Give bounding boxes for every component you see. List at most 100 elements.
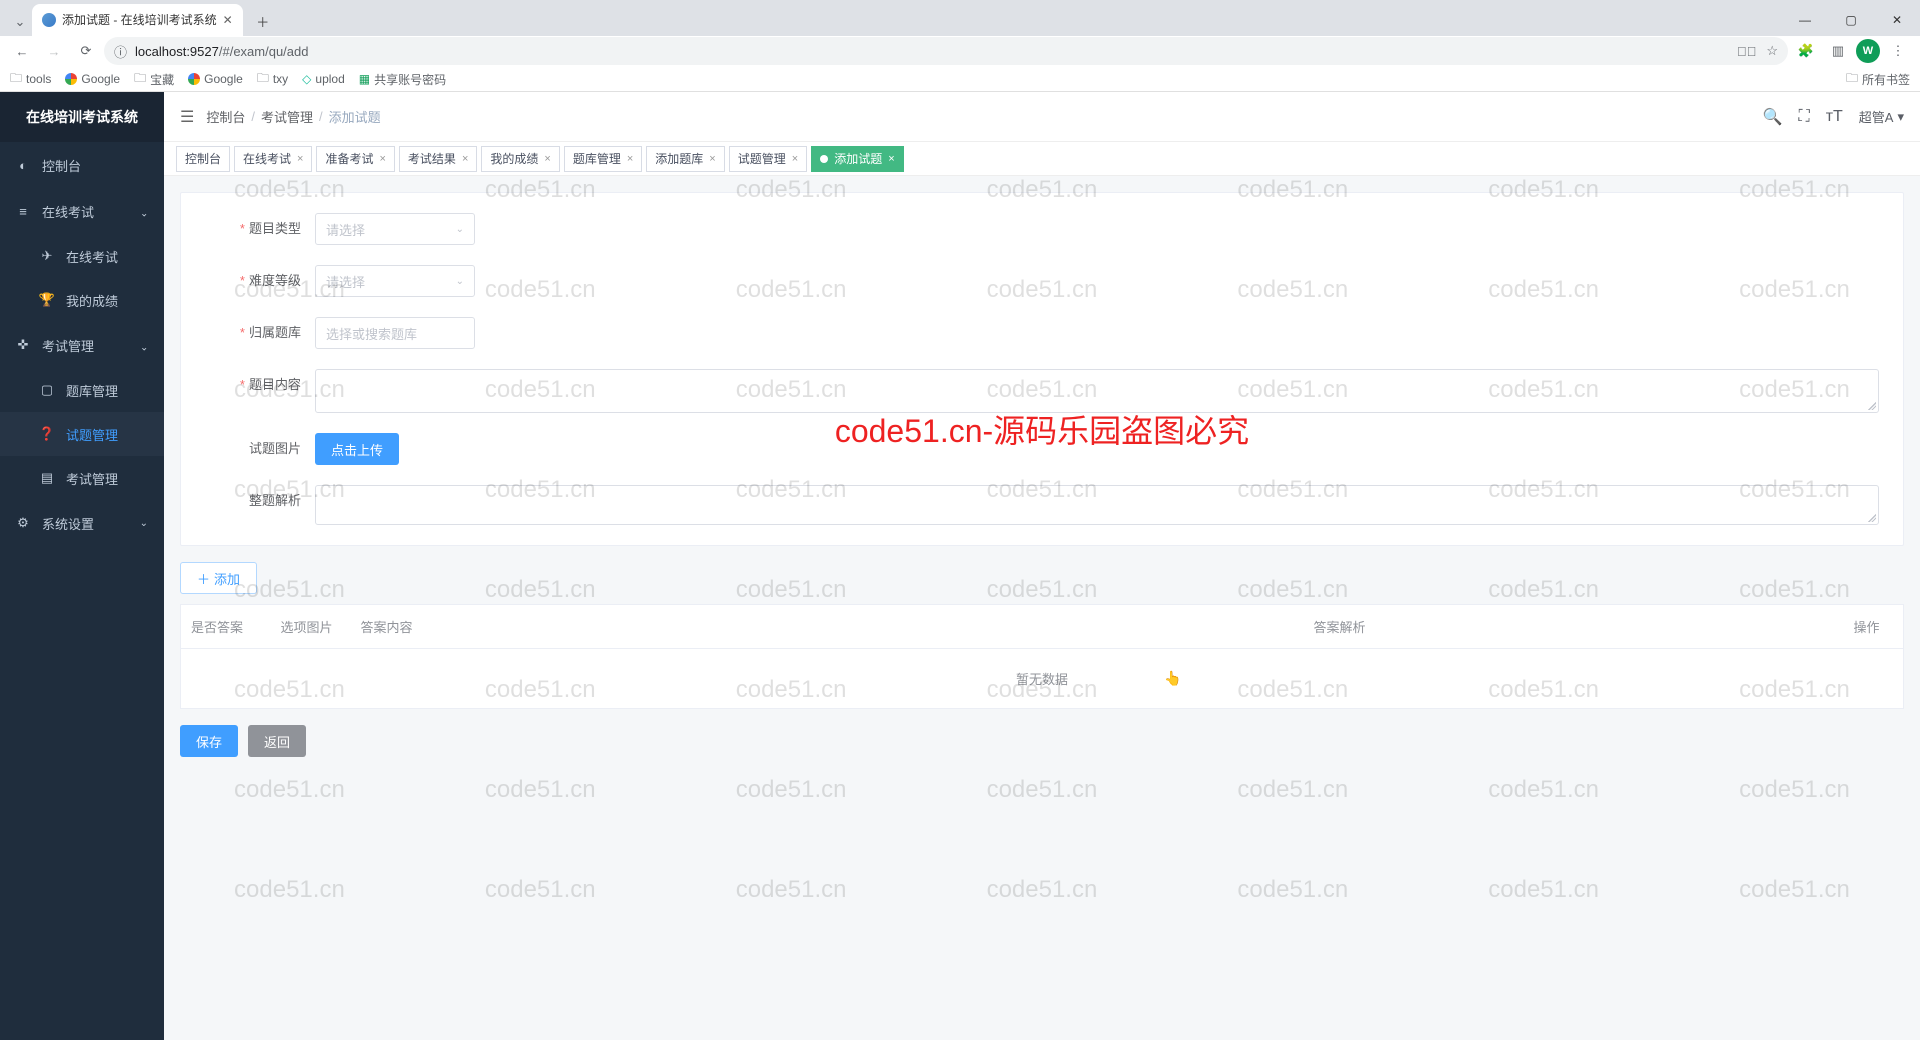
upload-button[interactable]: 点击上传 bbox=[315, 433, 399, 465]
tag-item[interactable]: 试题管理× bbox=[729, 146, 807, 172]
bookmark-item[interactable]: ▦共享账号密码 bbox=[359, 71, 446, 88]
nav-reload-icon[interactable]: ⟳ bbox=[72, 37, 100, 65]
sidebar-item-console[interactable]: ◐控制台 bbox=[0, 142, 164, 188]
fullscreen-icon[interactable]: ⛶ bbox=[1798, 108, 1809, 126]
sidebar-item-exam-manage[interactable]: ▤考试管理 bbox=[0, 456, 164, 500]
select-question-type[interactable]: 请选择⌄ bbox=[315, 213, 475, 245]
options-section: ＋添加 是否答案 选项图片 答案内容 答案解析 操作 暂无数据 bbox=[180, 562, 1904, 709]
plus-circle-icon: ✜ bbox=[16, 337, 30, 353]
label-level: *难度等级 bbox=[205, 265, 315, 297]
search-icon[interactable]: 🔍 bbox=[1763, 107, 1783, 127]
breadcrumb-item[interactable]: 考试管理 bbox=[261, 107, 313, 126]
tag-item[interactable]: 我的成绩× bbox=[481, 146, 559, 172]
tabs-dropdown-icon[interactable]: ⌄ bbox=[8, 8, 32, 36]
new-tab-button[interactable]: ＋ bbox=[249, 8, 277, 36]
label-image: 试题图片 bbox=[205, 433, 315, 465]
col-is-answer: 是否答案 bbox=[181, 605, 271, 649]
browser-tab[interactable]: 添加试题 - 在线培训考试系统 ✕ bbox=[32, 4, 243, 36]
breadcrumb-item[interactable]: 控制台 bbox=[206, 107, 245, 126]
profile-avatar[interactable]: W bbox=[1856, 39, 1880, 63]
bookmark-item[interactable]: txy bbox=[257, 69, 288, 90]
side-panel-icon[interactable]: ▥ bbox=[1824, 37, 1852, 65]
sidebar-item-online-exam-group[interactable]: ≡在线考试⌃ bbox=[0, 188, 164, 234]
dashboard-icon: ◐ bbox=[16, 158, 30, 173]
tag-close-icon[interactable]: × bbox=[297, 153, 303, 165]
tag-item[interactable]: 添加题库× bbox=[646, 146, 724, 172]
tag-close-icon[interactable]: × bbox=[709, 153, 715, 165]
breadcrumb-current: 添加试题 bbox=[329, 107, 381, 126]
select-difficulty[interactable]: 请选择⌄ bbox=[315, 265, 475, 297]
tag-item[interactable]: 考试结果× bbox=[399, 146, 477, 172]
nav-forward-icon[interactable]: → bbox=[40, 37, 68, 65]
clipboard-icon: ▤ bbox=[40, 470, 54, 486]
bookmark-item[interactable]: Google bbox=[188, 72, 243, 86]
plane-icon: ✈ bbox=[40, 248, 54, 264]
bookmark-item[interactable]: Google bbox=[65, 72, 120, 86]
content: code51.cncode51.cncode51.cncode51.cncode… bbox=[164, 176, 1920, 1040]
sidebar-item-my-scores[interactable]: 🏆我的成绩 bbox=[0, 278, 164, 322]
textarea-analysis[interactable] bbox=[315, 485, 1879, 525]
sidebar-item-online-exam[interactable]: ✈在线考试 bbox=[0, 234, 164, 278]
gear-icon: ⚙ bbox=[16, 515, 30, 531]
tag-item[interactable]: 题库管理× bbox=[564, 146, 642, 172]
col-answer-content: 答案内容 bbox=[351, 605, 1304, 649]
window-close-icon[interactable]: ✕ bbox=[1874, 4, 1920, 36]
logo: 在线培训考试系统 bbox=[0, 92, 164, 142]
share-icon[interactable]: ✕⃝ bbox=[1737, 44, 1757, 59]
back-button[interactable]: 返回 bbox=[248, 725, 306, 757]
tag-close-icon[interactable]: × bbox=[888, 153, 894, 165]
tab-close-icon[interactable]: ✕ bbox=[223, 13, 233, 27]
address-bar[interactable]: ⓘ localhost:9527/#/exam/qu/add ✕⃝ ☆ bbox=[104, 37, 1788, 65]
table-empty: 暂无数据 bbox=[181, 649, 1904, 709]
nav-back-icon[interactable]: ← bbox=[8, 37, 36, 65]
bookmarks-bar: tools Google 宝藏 Google txy ◇uplod ▦共享账号密… bbox=[0, 67, 1920, 91]
breadcrumb-sep: / bbox=[319, 109, 323, 124]
col-actions: 操作 bbox=[1844, 605, 1904, 649]
bookmark-item[interactable]: tools bbox=[10, 69, 51, 90]
tag-close-icon[interactable]: × bbox=[792, 153, 798, 165]
sidebar-item-system-settings[interactable]: ⚙系统设置⌄ bbox=[0, 500, 164, 546]
topbar-actions: 🔍 ⛶ ᴛT 超管A▾ bbox=[1763, 107, 1904, 127]
save-button[interactable]: 保存 bbox=[180, 725, 238, 757]
list-icon: ≡ bbox=[16, 204, 30, 219]
sidebar-item-repo-manage[interactable]: ▢题库管理 bbox=[0, 368, 164, 412]
question-icon: ❓ bbox=[40, 426, 54, 442]
add-option-button[interactable]: ＋添加 bbox=[180, 562, 257, 594]
tag-item[interactable]: 控制台 bbox=[176, 146, 230, 172]
chevron-down-icon: ⌄ bbox=[456, 276, 464, 287]
tag-item[interactable]: 在线考试× bbox=[234, 146, 312, 172]
tag-close-icon[interactable]: × bbox=[627, 153, 633, 165]
url-path: /#/exam/qu/add bbox=[219, 44, 309, 59]
tag-close-icon[interactable]: × bbox=[379, 153, 385, 165]
bookmark-star-icon[interactable]: ☆ bbox=[1766, 43, 1778, 59]
textarea-question-content[interactable] bbox=[315, 369, 1879, 413]
sidebar-item-exam-manage-group[interactable]: ✜考试管理⌃ bbox=[0, 322, 164, 368]
font-size-icon[interactable]: ᴛT bbox=[1826, 108, 1843, 126]
site-info-icon[interactable]: ⓘ bbox=[114, 42, 127, 61]
topbar: ☰ 控制台 / 考试管理 / 添加试题 🔍 ⛶ ᴛT 超管A▾ bbox=[164, 92, 1920, 142]
sidebar-item-question-manage[interactable]: ❓试题管理 bbox=[0, 412, 164, 456]
google-icon bbox=[188, 73, 200, 85]
options-table: 是否答案 选项图片 答案内容 答案解析 操作 暂无数据 bbox=[180, 604, 1904, 709]
tag-item[interactable]: 添加试题× bbox=[811, 146, 903, 172]
extensions-icon[interactable]: 🧩 bbox=[1792, 37, 1820, 65]
folder-icon bbox=[10, 69, 22, 90]
trophy-icon: 🏆 bbox=[40, 292, 54, 308]
bookmark-item[interactable]: ◇uplod bbox=[302, 72, 345, 86]
input-repo[interactable]: 选择或搜索题库 bbox=[315, 317, 475, 349]
url-host: localhost:9527 bbox=[135, 44, 219, 59]
window-maximize-icon[interactable]: ▢ bbox=[1828, 4, 1874, 36]
label-repo: *归属题库 bbox=[205, 317, 315, 349]
user-dropdown[interactable]: 超管A▾ bbox=[1859, 107, 1904, 126]
col-option-image: 选项图片 bbox=[271, 605, 351, 649]
hamburger-icon[interactable]: ☰ bbox=[180, 107, 194, 127]
chevron-up-icon: ⌃ bbox=[140, 340, 148, 351]
all-bookmarks[interactable]: 所有书签 bbox=[1846, 69, 1910, 90]
kebab-menu-icon[interactable]: ⋮ bbox=[1884, 37, 1912, 65]
window-minimize-icon[interactable]: — bbox=[1782, 4, 1828, 36]
tag-close-icon[interactable]: × bbox=[462, 153, 468, 165]
sidebar-menu: ◐控制台 ≡在线考试⌃ ✈在线考试 🏆我的成绩 ✜考试管理⌃ ▢题库管理 ❓试题… bbox=[0, 142, 164, 546]
bookmark-item[interactable]: 宝藏 bbox=[134, 69, 174, 90]
tag-close-icon[interactable]: × bbox=[544, 153, 550, 165]
tag-item[interactable]: 准备考试× bbox=[316, 146, 394, 172]
